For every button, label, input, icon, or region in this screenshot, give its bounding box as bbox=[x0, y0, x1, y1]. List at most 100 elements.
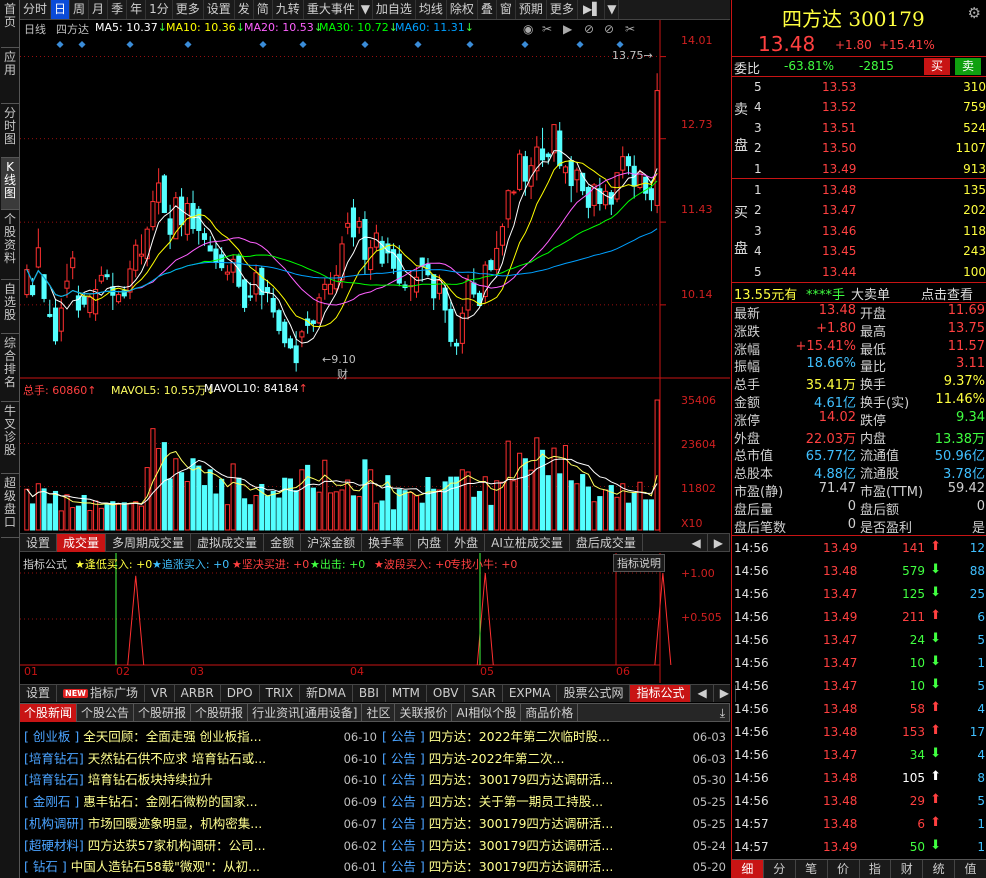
indicator-tab[interactable]: EXPMA bbox=[503, 685, 558, 702]
news-tab[interactable]: 个股新闻 bbox=[20, 704, 78, 722]
toolbar-item[interactable]: 均线 bbox=[416, 0, 447, 19]
big-order-check-link[interactable]: 点击查看 bbox=[921, 284, 973, 303]
order-row[interactable]: 5 13.44 100 bbox=[754, 262, 986, 282]
news-item[interactable]: [培育钻石] 培育钻石板块持续拉升 06-10 bbox=[24, 769, 381, 791]
play-icon[interactable]: ▶▌ bbox=[580, 0, 606, 19]
sell-button[interactable]: 卖 bbox=[955, 58, 981, 75]
toolbar-item[interactable]: 周 bbox=[70, 0, 90, 19]
news-item[interactable]: [超硬材料] 四方达获57家机构调研：公司... 06-02 bbox=[24, 835, 381, 857]
toolbar-item[interactable]: 分时 bbox=[20, 0, 52, 19]
news-item[interactable]: [ 公告 ] 四方达-2022年第二次... 06-03 bbox=[382, 748, 730, 770]
indicator-tab[interactable]: DPO bbox=[221, 685, 260, 702]
news-item[interactable]: [机构调研] 市场回暖迹象明显，机构密集... 06-07 bbox=[24, 813, 381, 835]
big-order-bar[interactable]: 13.55元有 ****手 大卖单 点击查看 bbox=[732, 283, 986, 303]
left-tab[interactable]: 个股资料 bbox=[1, 210, 19, 280]
news-item[interactable]: [ 公告 ] 四方达：关于第一期员工持股... 05-25 bbox=[382, 791, 730, 813]
indicator-tab[interactable]: ARBR bbox=[175, 685, 221, 702]
right-tab[interactable]: 值 bbox=[955, 860, 986, 878]
toolbar-item[interactable]: 年 bbox=[127, 0, 147, 19]
block2-tool-icon[interactable]: ⊘ bbox=[604, 22, 614, 36]
news-item[interactable]: [ 创业板 ] 全天回顾：全面走强 创业板指... 06-10 bbox=[24, 726, 381, 748]
news-tab[interactable]: 关联报价 bbox=[395, 704, 453, 722]
prev-arrow-icon[interactable]: ◀ bbox=[691, 685, 714, 702]
toolbar-item[interactable]: 预期 bbox=[516, 0, 547, 19]
volume-subtab[interactable]: 内盘 bbox=[411, 534, 449, 552]
news-item[interactable]: [培育钻石] 天然钻石供不应求 培育钻石或... 06-10 bbox=[24, 748, 381, 770]
news-tab[interactable]: 社区 bbox=[362, 704, 396, 722]
indicator-tab[interactable]: BBI bbox=[353, 685, 386, 702]
scissors-tool-icon[interactable]: ✂ bbox=[542, 22, 552, 36]
toolbar-item[interactable]: 加自选 bbox=[373, 0, 416, 19]
news-item[interactable]: [ 公告 ] 四方达：2022年第二次临时股... 06-03 bbox=[382, 726, 730, 748]
indicator-tab[interactable]: TRIX bbox=[260, 685, 301, 702]
right-tab[interactable]: 价 bbox=[828, 860, 860, 878]
toolbar-item[interactable]: 月 bbox=[89, 0, 109, 19]
gear-icon[interactable]: ⚙ bbox=[968, 4, 981, 22]
toolbar-item[interactable]: 季 bbox=[108, 0, 128, 19]
toolbar-item[interactable]: 设置 bbox=[204, 0, 235, 19]
scissors2-tool-icon[interactable]: ✂ bbox=[625, 22, 635, 36]
order-row[interactable]: 5 13.53 310 bbox=[754, 77, 986, 97]
news-tab[interactable]: 商品价格 bbox=[521, 704, 579, 722]
indicator-tab[interactable]: SAR bbox=[465, 685, 503, 702]
next-arrow-icon[interactable]: ▶ bbox=[708, 534, 730, 552]
toolbar-item[interactable]: 九转 bbox=[273, 0, 304, 19]
order-row[interactable]: 2 13.50 1107 bbox=[754, 138, 986, 158]
left-tab[interactable]: 综合排名 bbox=[1, 334, 19, 402]
toolbar-item[interactable]: 发 bbox=[235, 0, 254, 19]
play-tool-icon[interactable]: ▶ bbox=[563, 22, 572, 36]
volume-subtab[interactable]: 多周期成交量 bbox=[106, 534, 192, 552]
volume-subtab[interactable]: 换手率 bbox=[362, 534, 412, 552]
right-tab[interactable]: 财 bbox=[891, 860, 924, 878]
block-tool-icon[interactable]: ⊘ bbox=[584, 22, 594, 36]
dropdown-arrow-icon[interactable]: ▼ bbox=[359, 0, 373, 19]
left-tab[interactable]: 超级盘口 bbox=[1, 474, 19, 538]
news-item[interactable]: [ 公告 ] 四方达：300179四方达调研活... 05-25 bbox=[382, 813, 730, 835]
right-tab[interactable]: 分 bbox=[764, 860, 796, 878]
indicator-explain-button[interactable]: 指标说明 bbox=[613, 554, 665, 572]
order-row[interactable]: 1 13.48 135 bbox=[754, 180, 986, 200]
news-item[interactable]: [ 金刚石 ] 惠丰钻石：金刚石微粉的国家... 06-09 bbox=[24, 791, 381, 813]
left-tab[interactable]: 牛叉诊股 bbox=[1, 402, 19, 474]
toolbar-item[interactable]: 叠 bbox=[478, 0, 497, 19]
kline-svg[interactable] bbox=[20, 20, 730, 532]
news-tab[interactable]: 个股研报 bbox=[191, 704, 249, 722]
news-item[interactable]: [ 钻石 ] 中国人造钻石58载"微观"：从初... 06-01 bbox=[24, 856, 381, 878]
volume-subtab[interactable]: 外盘 bbox=[448, 534, 486, 552]
toolbar-item[interactable]: 窗 bbox=[497, 0, 516, 19]
toolbar-item[interactable]: 1分 bbox=[146, 0, 173, 19]
prev-arrow-icon[interactable]: ◀ bbox=[686, 534, 708, 552]
order-row[interactable]: 4 13.45 243 bbox=[754, 241, 986, 261]
download-icon[interactable]: ⤓ bbox=[716, 704, 730, 722]
indicator-tab[interactable]: VR bbox=[145, 685, 175, 702]
indicator-tab[interactable]: NEW 指标广场 bbox=[57, 685, 146, 702]
volume-subtab[interactable]: 成交量 bbox=[57, 534, 107, 552]
toolbar-item[interactable]: 更多 bbox=[547, 0, 578, 19]
left-tab[interactable]: 分时图 bbox=[1, 104, 19, 158]
left-tab[interactable]: 自选股 bbox=[1, 280, 19, 334]
toolbar-item[interactable]: 更多 bbox=[173, 0, 204, 19]
volume-subtab[interactable]: 金额 bbox=[264, 534, 302, 552]
news-item[interactable]: [ 公告 ] 四方达：300179四方达调研活... 05-24 bbox=[382, 835, 730, 857]
news-tab[interactable]: 个股公告 bbox=[77, 704, 135, 722]
indicator-tab[interactable]: MTM bbox=[386, 685, 427, 702]
kline-chart-area[interactable]: 日线 四方达 MA5: 10.37↓ MA10: 10.36↓ MA20: 10… bbox=[20, 20, 730, 532]
indicator-pane[interactable]: 指标公式 ★逢低买入: +0 ★追涨买入: +0 ★坚决买进: +0 ★出击: … bbox=[20, 553, 730, 683]
order-row[interactable]: 2 13.47 202 bbox=[754, 200, 986, 220]
volume-subtab[interactable]: 盘后成交量 bbox=[570, 534, 643, 552]
indicator-tab[interactable]: 股票公式网 bbox=[557, 685, 631, 702]
right-tab[interactable]: 细 bbox=[732, 860, 764, 878]
order-row[interactable]: 1 13.49 913 bbox=[754, 159, 986, 179]
order-row[interactable]: 3 13.46 118 bbox=[754, 221, 986, 241]
toolbar-item[interactable]: 日 bbox=[51, 0, 71, 19]
eye-tool-icon[interactable]: ◉ bbox=[523, 22, 533, 36]
right-tab[interactable]: 指 bbox=[860, 860, 892, 878]
buy-button[interactable]: 买 bbox=[924, 58, 950, 75]
toolbar-item[interactable]: 除权 bbox=[447, 0, 478, 19]
left-tab[interactable]: 首页 bbox=[1, 0, 19, 48]
indicator-tab[interactable]: 设置 bbox=[20, 685, 58, 702]
right-tab[interactable]: 统 bbox=[923, 860, 956, 878]
left-tab[interactable]: K线图 bbox=[1, 158, 19, 210]
news-tab[interactable]: 个股研报 bbox=[134, 704, 192, 722]
finance-mark[interactable]: 财 bbox=[337, 366, 348, 382]
